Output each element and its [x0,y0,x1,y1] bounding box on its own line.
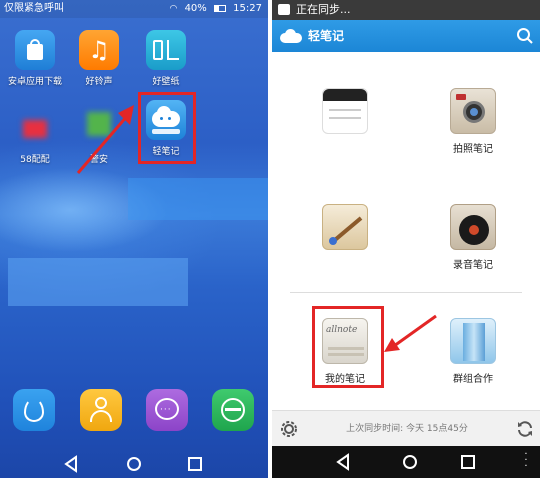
app-label: 好壁纸 [152,77,180,87]
recents-icon[interactable] [185,454,205,474]
back-icon[interactable] [62,454,82,474]
grid-item-voice-note[interactable]: 录音笔记 [418,204,528,271]
record-icon [450,204,496,250]
home-icon[interactable] [400,452,420,472]
browser-icon [221,398,245,422]
app-logo-icon [280,29,302,43]
group-cooperate-icon [450,318,496,364]
wallpaper-icon [146,30,186,70]
last-sync-text: 上次同步时间: 今天 15点45分 [346,424,468,434]
highlight-box [138,92,196,164]
app-label: 58配配 [20,155,50,165]
home-icon[interactable] [124,454,144,474]
camera-icon [450,88,496,134]
menu-dots-icon[interactable]: · · · [524,450,528,472]
status-bar: 仅限紧急呼叫 ◠ 40% 15:27 [0,0,268,18]
app-58[interactable]: 58配配 [0,108,70,165]
pixel-icon [15,108,55,148]
message-icon: ··· [155,398,179,420]
dock-phone[interactable] [13,389,55,431]
grid-item-doodle-note[interactable] [290,204,400,256]
dock-contacts[interactable] [80,389,122,431]
qingbiji-app-screen: 正在同步... 轻笔记 拍照笔记 录音笔记 allnote 我的笔记 群组合作 … [272,0,540,478]
recents-icon[interactable] [458,452,478,472]
grid-item-photo-note[interactable]: 拍照笔记 [418,88,528,155]
back-icon[interactable] [334,452,354,472]
grid-label: 录音笔记 [453,260,493,271]
paint-brush-icon [322,204,368,250]
app-bar: 轻笔记 [272,20,540,52]
blurred-widget [128,178,268,220]
divider [290,292,522,293]
app-label: 好铃声 [85,77,113,87]
app-wallpaper[interactable]: 好壁纸 [131,30,201,87]
nav-bar: · · · [272,446,540,478]
settings-gear-icon[interactable] [280,420,298,438]
pointer-arrow [384,314,437,352]
status-bar: 正在同步... [272,0,540,20]
grid-label: 群组合作 [453,374,493,385]
dock-browser[interactable] [212,389,254,431]
app-title: 轻笔记 [308,29,345,43]
clock-text: 15:27 [233,3,262,14]
sync-bar: 上次同步时间: 今天 15点45分 [272,410,540,446]
carrier-text: 仅限紧急呼叫 [4,3,64,14]
nav-bar [0,448,268,478]
grid-item-text-note[interactable] [290,88,400,140]
phone-icon [24,398,44,422]
grid-label: 拍照笔记 [453,144,493,155]
app-ringtone[interactable]: ♫ 好铃声 [64,30,134,87]
sync-status-text: 正在同步... [296,3,351,16]
battery-text: 40% [184,3,207,14]
app-android-download[interactable]: 安卓应用下载 [0,30,70,87]
sync-refresh-icon[interactable] [516,420,534,438]
notebook-icon [322,88,368,134]
blurred-widget [8,258,188,306]
pointer-arrow [76,105,134,174]
home-screen: 仅限紧急呼叫 ◠ 40% 15:27 安卓应用下载 ♫ 好铃声 好壁纸 58配配… [0,0,268,478]
battery-icon [213,4,226,12]
sync-status-icon [278,4,290,15]
music-note-icon: ♫ [79,30,119,70]
search-icon[interactable] [516,27,534,45]
shopping-bag-icon [15,30,55,70]
dock-messages[interactable]: ··· [146,389,188,431]
highlight-box [312,306,384,388]
wifi-icon: ◠ [169,4,178,14]
app-label: 安卓应用下载 [7,77,62,87]
